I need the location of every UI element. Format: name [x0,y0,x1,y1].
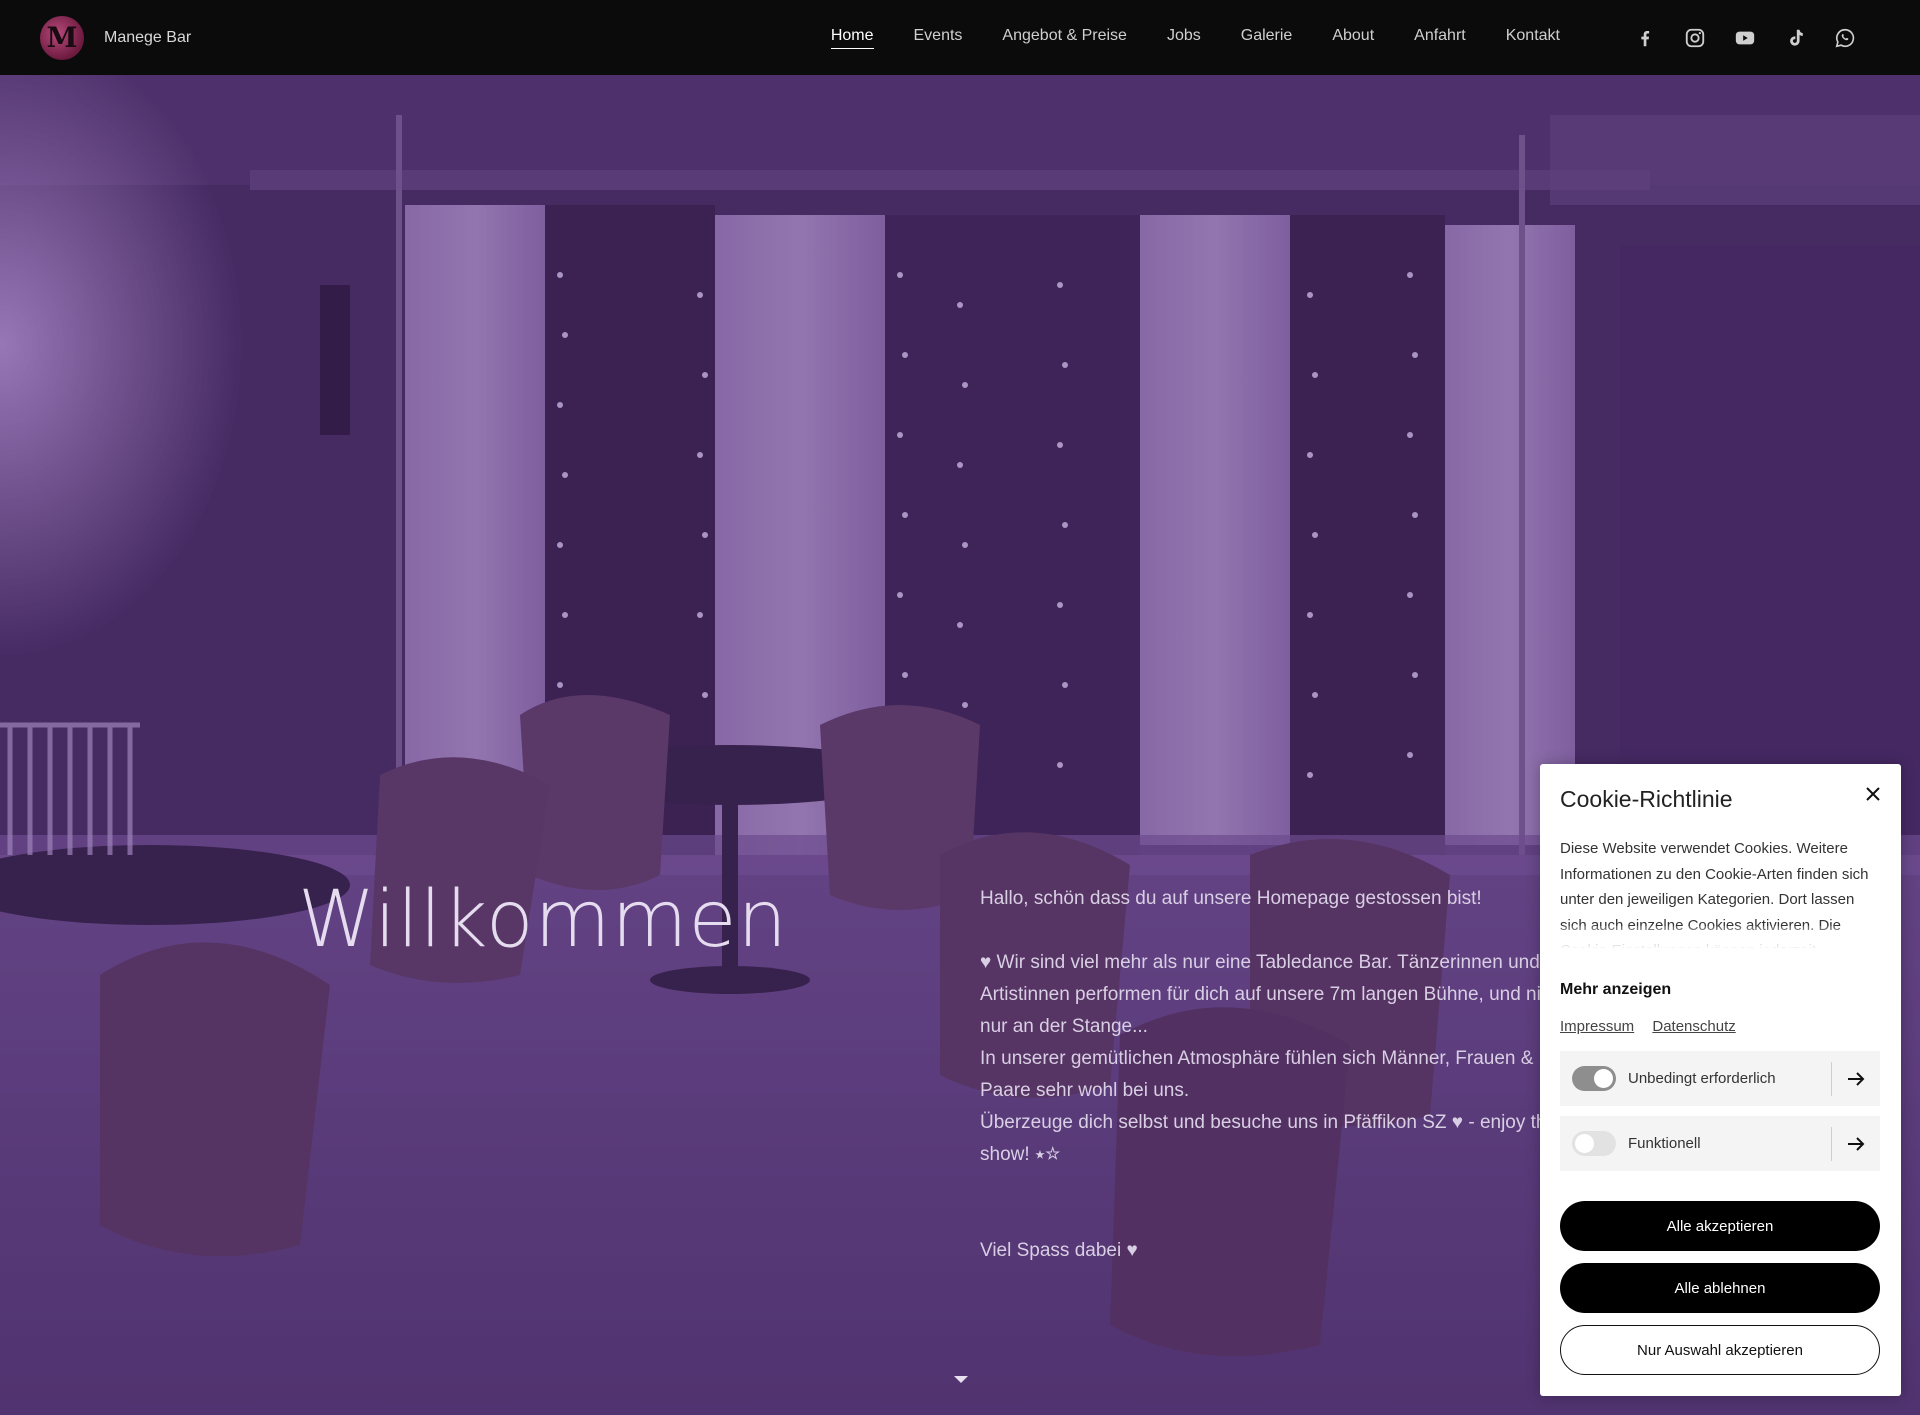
nav-link-kontakt[interactable]: Kontakt [1506,27,1560,48]
cookie-consent-panel: Cookie-Richtlinie Diese Website verwende… [1540,764,1901,1396]
cookie-title: Cookie-Richtlinie [1560,786,1733,812]
cookie-category-necessary: Unbedingt erforderlich [1560,1051,1880,1106]
nav-link-angebot-preise[interactable]: Angebot & Preise [1002,27,1127,48]
social-links [1620,26,1870,50]
top-navbar: M Manege Bar Home Events Angebot & Preis… [0,0,1920,75]
hero-closing: Viel Spass dabei ♥ [980,1240,1138,1261]
cookie-description-box: Diese Website verwendet Cookies. Weitere… [1560,836,1880,948]
reject-all-button[interactable]: Alle ablehnen [1560,1263,1880,1313]
logo[interactable]: M [40,15,84,60]
whatsapp-icon[interactable] [1833,26,1857,50]
necessary-toggle[interactable] [1572,1066,1616,1091]
nav-link-jobs[interactable]: Jobs [1167,27,1201,48]
main-nav: Home Events Angebot & Preise Jobs Galeri… [811,27,1580,49]
instagram-icon[interactable] [1683,26,1707,50]
arrow-right-icon[interactable] [1832,1116,1880,1171]
nav-link-about[interactable]: About [1332,27,1374,48]
category-label: Unbedingt erforderlich [1628,1070,1776,1087]
impressum-link[interactable]: Impressum [1560,1018,1634,1035]
accept-selection-button[interactable]: Nur Auswahl akzeptieren [1560,1325,1880,1375]
nav-link-events[interactable]: Events [914,27,963,48]
hero-intro-text: Hallo, schön dass du auf unsere Homepage… [980,883,1570,1267]
hero-title: Willkommen [298,875,788,965]
cookie-links: Impressum Datenschutz [1560,1018,1750,1035]
hero-greeting: Hallo, schön dass du auf unsere Homepage… [980,888,1482,909]
nav-link-home[interactable]: Home [830,27,874,49]
functional-toggle[interactable] [1572,1131,1616,1156]
datenschutz-link[interactable]: Datenschutz [1652,1018,1735,1035]
hero-paragraph-3: Überzeuge dich selbst und besuche uns in… [980,1112,1558,1165]
youtube-icon[interactable] [1733,26,1757,50]
tiktok-icon[interactable] [1783,26,1807,50]
accept-all-button[interactable]: Alle akzeptieren [1560,1201,1880,1251]
scroll-down-icon[interactable] [954,1376,968,1383]
arrow-right-icon[interactable] [1832,1051,1880,1106]
show-more-button[interactable]: Mehr anzeigen [1560,981,1671,999]
nav-link-galerie[interactable]: Galerie [1241,27,1293,48]
cookie-category-functional: Funktionell [1560,1116,1880,1171]
hero-paragraph-2: In unserer gemütlichen Atmosphäre fühlen… [980,1048,1534,1101]
nav-link-anfahrt[interactable]: Anfahrt [1414,27,1466,48]
hero-paragraph-1: ♥ Wir sind viel mehr als nur eine Tabled… [980,952,1567,1037]
brand[interactable]: M Manege Bar [40,15,191,60]
close-icon[interactable] [1861,782,1885,806]
brand-name[interactable]: Manege Bar [104,29,191,47]
facebook-icon[interactable] [1633,26,1657,50]
category-label: Funktionell [1628,1135,1701,1152]
